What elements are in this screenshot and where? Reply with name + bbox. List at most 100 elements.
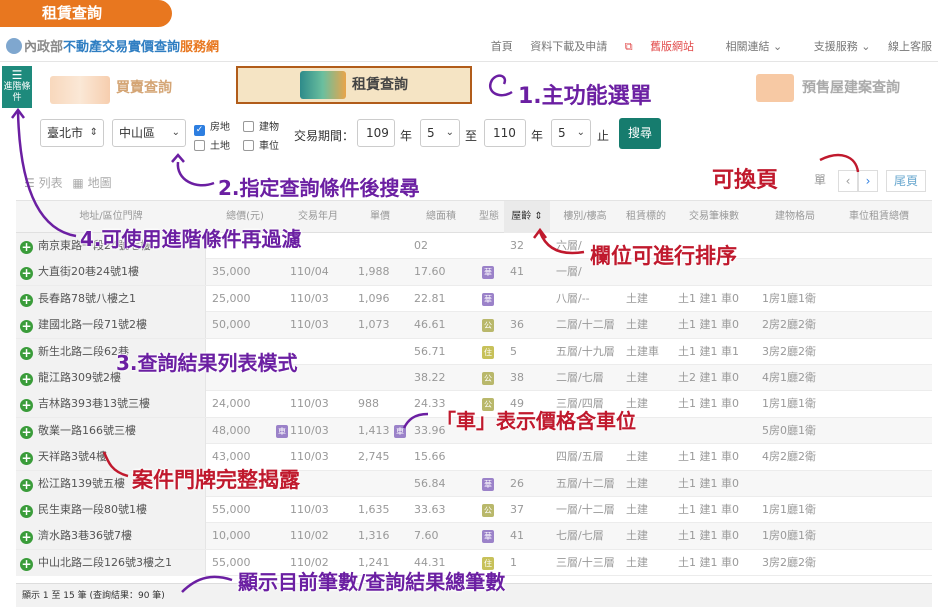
row-address[interactable]: + 長春路78號八樓之1 (16, 285, 206, 312)
row-layout: 1房0廳1衛 (762, 529, 816, 543)
row-price: 10,000 (212, 529, 251, 543)
table-row[interactable]: + 民生東路一段80號1樓 55,000 110/03 1,635 33.63 公 37 一層/… (16, 496, 932, 524)
row-age: 41 (510, 529, 524, 543)
chevron-updown-icon: ⇕ (89, 127, 98, 138)
row-address[interactable]: + 中山北路二段126號3樓之1 (16, 549, 206, 576)
tab-rent[interactable]: 租賃查詢 (236, 66, 472, 104)
expand-icon[interactable]: + (20, 293, 33, 307)
nav-home[interactable]: 首頁 (491, 40, 513, 53)
row-floor: 七層/七層 (556, 529, 604, 543)
year-unit-label: 年 (531, 129, 544, 143)
expand-icon[interactable]: + (20, 346, 33, 360)
col-parking-price[interactable]: 車位租賃總價 (834, 201, 924, 233)
expand-icon[interactable]: + (20, 399, 33, 413)
chevron-down-icon: ⌄ (171, 127, 180, 138)
expand-icon[interactable]: + (20, 372, 33, 386)
to-month-select[interactable]: 5 ⌄ (551, 119, 591, 147)
checkbox-parking[interactable]: 車位 (243, 137, 279, 152)
checkbox-building[interactable]: 建物 (243, 118, 279, 133)
row-address[interactable]: + 濟水路3巷36號7樓 (16, 523, 206, 550)
expand-icon[interactable]: + (20, 504, 33, 518)
row-layout (756, 471, 834, 497)
next-page-button[interactable]: › (858, 170, 878, 192)
row-layout: 4房2廳2衛 (762, 450, 816, 464)
site-logo[interactable]: 內政部不動產交易實價查詢服務網 (6, 36, 219, 55)
last-page-button[interactable]: 尾頁 (886, 170, 926, 192)
col-type[interactable]: 型態 (474, 201, 504, 233)
tab-list[interactable]: ☰ 列表 (24, 176, 63, 190)
city-select[interactable]: 臺北市 ⇕ (40, 119, 104, 147)
expand-icon[interactable]: + (20, 425, 33, 439)
annotation-address: 案件門牌完整揭露 (132, 468, 300, 492)
row-area: 56.84 (414, 476, 446, 490)
row-address[interactable]: + 建國北路一段71號2樓 (16, 312, 206, 339)
year-unit-label: 年 (400, 129, 413, 143)
row-price: 35,000 (212, 265, 251, 279)
row-target: 土建 (626, 476, 648, 490)
row-count (672, 418, 756, 444)
tab-map[interactable]: ▦ 地圖 (72, 176, 111, 190)
col-age[interactable]: 屋齡 ⇕ (504, 201, 550, 233)
row-layout: 1房1廳1衛 (762, 502, 816, 516)
district-select[interactable]: 中山區 ⌄ (112, 119, 186, 147)
type-badge: 公 (482, 371, 494, 385)
col-count[interactable]: 交易筆棟數 (672, 201, 756, 233)
table-row[interactable]: + 大直街20巷24號1樓 35,000 110/04 1,988 17.60 華 41 一層/ (16, 259, 932, 286)
col-area[interactable]: 總面積 (408, 201, 474, 233)
row-count: 土1 建1 車0 (678, 291, 739, 305)
row-address[interactable]: + 大直街20巷24號1樓 (16, 259, 206, 286)
advanced-filter-button[interactable]: ☰ 進階條件 (2, 66, 32, 108)
row-floor: 二層/七層 (556, 370, 604, 384)
search-button[interactable]: 搜尋 (619, 118, 661, 149)
col-layout[interactable]: 建物格局 (756, 201, 834, 233)
expand-icon[interactable]: + (20, 241, 33, 254)
checkbox-land[interactable]: 土地 (194, 137, 230, 152)
nav-old-site[interactable]: ⧉ 舊版網站 (625, 40, 694, 53)
tab-presale[interactable]: 預售屋建案查詢 (750, 70, 938, 106)
prev-page-button[interactable]: ‹ (838, 170, 858, 192)
expand-icon[interactable]: + (20, 267, 33, 281)
expand-icon[interactable]: + (20, 557, 33, 571)
expand-icon[interactable]: + (20, 320, 33, 334)
row-target: 土建 (626, 502, 648, 516)
city-illustration-icon (50, 76, 110, 104)
annotation-search: 2.指定查詢條件後搜尋 (218, 176, 420, 200)
annotation-count: 顯示目前筆數/查詢結果總筆數 (238, 570, 506, 594)
row-count: 土1 建1 車0 (678, 397, 739, 411)
expand-icon[interactable]: + (20, 452, 33, 466)
row-address[interactable]: + 民生東路一段80號1樓 (16, 496, 206, 523)
to-year-input[interactable]: 110 (484, 119, 526, 147)
tab-buy[interactable]: 買賣查詢 (40, 70, 230, 106)
expand-icon[interactable]: + (20, 478, 33, 492)
row-area: 02 (414, 239, 428, 252)
col-unit-price[interactable]: 單價 (352, 201, 408, 233)
table-row[interactable]: + 濟水路3巷36號7樓 10,000 110/02 1,316 7.60 華 41 七層/七層… (16, 523, 932, 550)
table-row[interactable]: + 建國北路一段71號2樓 50,000 110/03 1,073 46.61 公 36 二層/… (16, 312, 932, 339)
row-layout (756, 259, 834, 285)
col-floor[interactable]: 樓別/樓高 (550, 201, 620, 233)
nav-download[interactable]: 資料下載及申請 (530, 40, 607, 53)
from-year-input[interactable]: 109 (357, 119, 395, 147)
arrow-main-menu (489, 74, 513, 97)
from-month-select[interactable]: 5 ⌄ (420, 119, 460, 147)
row-area: 33.63 (414, 502, 446, 516)
row-unit-price: 988 (358, 397, 379, 411)
table-row[interactable]: + 長春路78號八樓之1 25,000 110/03 1,096 22.81 華 八層/-- 土… (16, 285, 932, 313)
end-label: 止 (597, 129, 610, 143)
nav-online-service[interactable]: 線上客服 (888, 40, 932, 53)
row-address[interactable]: + 敬業一路166號三樓 (16, 417, 206, 444)
row-address[interactable]: + 吉林路393巷13號三樓 (16, 391, 206, 418)
row-target: 土建 (626, 529, 648, 543)
row-count: 土1 建1 車0 (678, 476, 739, 490)
checkbox-house-land[interactable]: ✓ 房地 (194, 118, 230, 136)
nav-support[interactable]: 支援服務 ⌄ (800, 40, 871, 53)
row-count: 土1 建1 車0 (678, 555, 739, 569)
row-unit-price: 1,316 (358, 529, 390, 543)
expand-icon[interactable]: + (20, 531, 33, 545)
col-target[interactable]: 租賃標的 (620, 201, 672, 233)
row-area: 15.66 (414, 450, 446, 464)
row-target: 土建 (626, 450, 648, 464)
row-date: 110/03 (290, 291, 329, 305)
pager-tail[interactable]: 單 (808, 170, 832, 192)
nav-related-links[interactable]: 相關連結 ⌄ (712, 40, 783, 53)
